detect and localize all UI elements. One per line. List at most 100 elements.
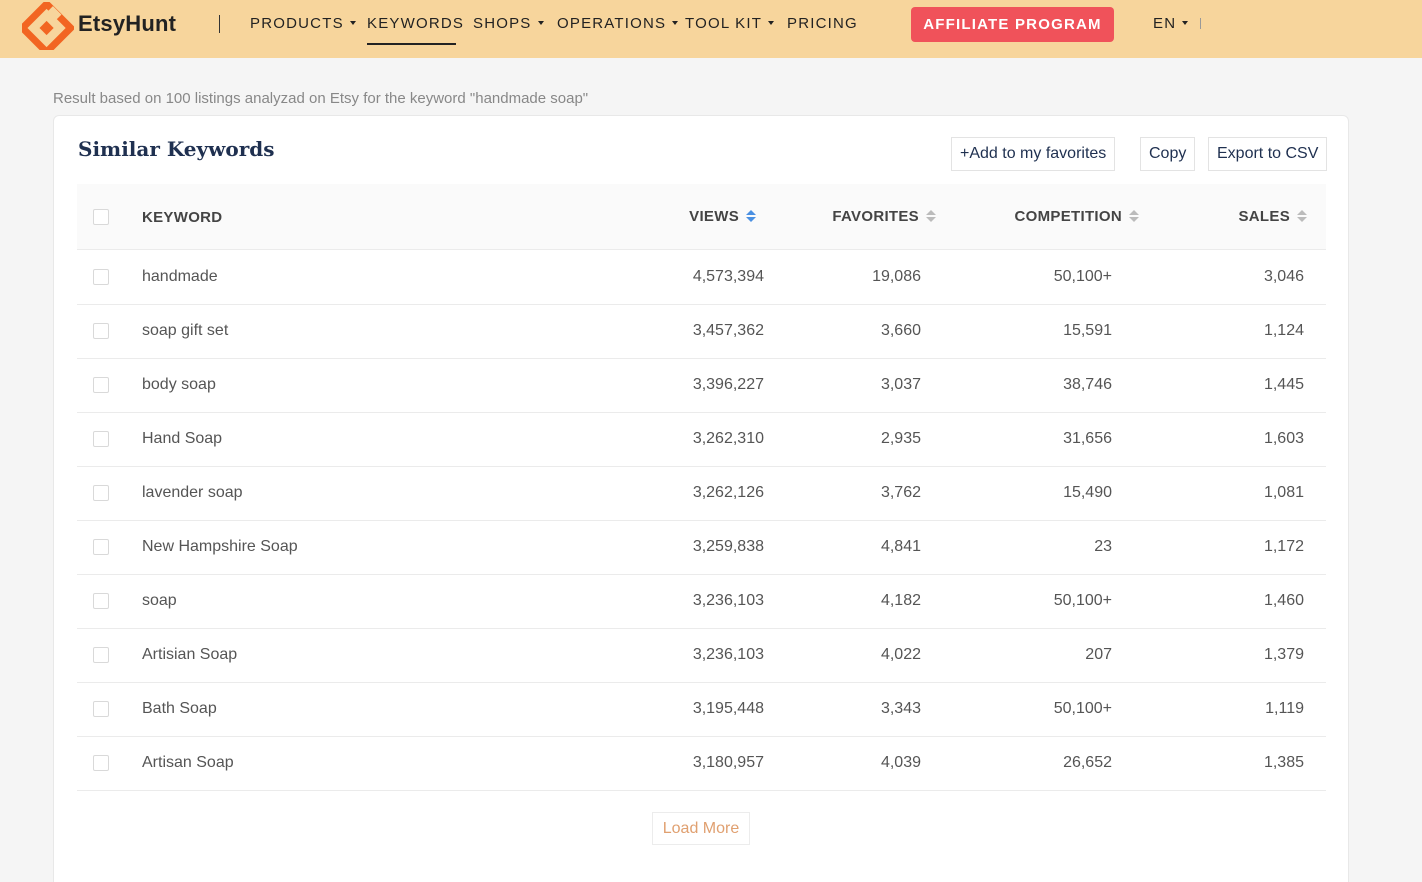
table-row: Artisian Soap 3,236,103 4,022 207 1,379 (77, 629, 1326, 683)
column-header-views[interactable]: VIEWS (689, 208, 756, 225)
sales-cell: 1,124 (1263, 322, 1304, 339)
table-row: body soap 3,396,227 3,037 38,746 1,445 (77, 359, 1326, 413)
row-checkbox[interactable] (93, 701, 109, 717)
nav-pricing[interactable]: PRICING (787, 15, 858, 32)
keyword-cell: New Hampshire Soap (142, 538, 298, 555)
table-row: Bath Soap 3,195,448 3,343 50,100+ 1,119 (77, 683, 1326, 737)
views-cell: 3,396,227 (692, 376, 764, 393)
favorites-cell: 3,037 (880, 376, 921, 393)
row-checkbox[interactable] (93, 269, 109, 285)
row-checkbox[interactable] (93, 593, 109, 609)
sort-icon[interactable] (926, 210, 936, 223)
chevron-down-icon (1182, 21, 1189, 26)
views-cell: 3,195,448 (692, 700, 764, 717)
load-more-button[interactable]: Load More (652, 812, 750, 845)
competition-cell: 26,652 (1063, 754, 1112, 771)
column-header-competition[interactable]: COMPETITION (1015, 208, 1139, 225)
favorites-cell: 4,039 (880, 754, 921, 771)
nav-tool-kit[interactable]: TOOL KIT (685, 15, 775, 32)
select-all-checkbox[interactable] (93, 209, 109, 225)
favorites-cell: 3,660 (880, 322, 921, 339)
chevron-down-icon (349, 21, 356, 26)
row-checkbox[interactable] (93, 539, 109, 555)
keyword-cell: Artisan Soap (142, 754, 234, 771)
similar-keywords-card: Similar Keywords +Add to my favorites Co… (53, 115, 1349, 882)
views-cell: 3,236,103 (692, 592, 764, 609)
keyword-cell: soap gift set (142, 322, 229, 339)
views-cell: 4,573,394 (692, 268, 764, 285)
column-header-sales[interactable]: SALES (1238, 208, 1307, 225)
language-selector[interactable]: EN (1153, 15, 1189, 32)
views-cell: 3,259,838 (692, 538, 764, 555)
table-row: handmade 4,573,394 19,086 50,100+ 3,046 (77, 251, 1326, 305)
row-checkbox[interactable] (93, 755, 109, 771)
favorites-cell: 3,343 (880, 700, 921, 717)
etsyhunt-logo-icon[interactable] (22, 2, 74, 50)
competition-cell: 38,746 (1063, 376, 1112, 393)
table-header: KEYWORD VIEWS FAVORITES COMPETITION SALE… (77, 184, 1326, 250)
keyword-cell: Hand Soap (142, 430, 223, 447)
sort-icon[interactable] (746, 210, 756, 223)
sales-cell: 1,460 (1263, 592, 1304, 609)
add-to-favorites-button[interactable]: +Add to my favorites (951, 137, 1116, 171)
nav-keywords[interactable]: KEYWORDS (367, 15, 464, 32)
copy-button[interactable]: Copy (1140, 137, 1196, 171)
keyword-cell: handmade (142, 268, 218, 285)
table-row: Artisan Soap 3,180,957 4,039 26,652 1,38… (77, 737, 1326, 791)
column-header-favorites[interactable]: FAVORITES (832, 208, 936, 225)
nav-operations[interactable]: OPERATIONS (557, 15, 679, 32)
favorites-cell: 4,841 (880, 538, 921, 555)
views-cell: 3,262,126 (692, 484, 764, 501)
chevron-down-icon (537, 21, 544, 26)
views-cell: 3,180,957 (692, 754, 764, 771)
favorites-cell: 4,022 (880, 646, 921, 663)
sales-cell: 3,046 (1263, 268, 1304, 285)
views-cell: 3,457,362 (692, 322, 764, 339)
row-checkbox[interactable] (93, 431, 109, 447)
competition-cell: 31,656 (1063, 430, 1112, 447)
export-csv-button[interactable]: Export to CSV (1208, 137, 1328, 171)
competition-cell: 15,490 (1063, 484, 1112, 501)
sales-cell: 1,119 (1265, 700, 1304, 717)
brand-divider (219, 15, 220, 33)
sort-icon[interactable] (1129, 210, 1139, 223)
sales-cell: 1,081 (1263, 484, 1304, 501)
result-summary: Result based on 100 listings analyzad on… (53, 90, 589, 107)
keyword-cell: Bath Soap (142, 700, 217, 717)
competition-cell: 15,591 (1063, 322, 1112, 339)
views-cell: 3,262,310 (692, 430, 764, 447)
competition-cell: 50,100+ (1053, 700, 1112, 717)
favorites-cell: 19,086 (872, 268, 921, 285)
nav-shops[interactable]: SHOPS (473, 15, 544, 32)
keyword-cell: Artisian Soap (142, 646, 238, 663)
competition-cell: 207 (1085, 646, 1112, 663)
competition-cell: 23 (1094, 538, 1112, 555)
chevron-down-icon (768, 21, 775, 26)
card-title: Similar Keywords (78, 137, 275, 161)
header-divider (1200, 18, 1201, 29)
keyword-cell: lavender soap (142, 484, 243, 501)
row-checkbox[interactable] (93, 485, 109, 501)
affiliate-program-button[interactable]: AFFILIATE PROGRAM (911, 7, 1114, 42)
row-checkbox[interactable] (93, 323, 109, 339)
sort-icon[interactable] (1297, 210, 1307, 223)
nav-products[interactable]: PRODUCTS (250, 15, 356, 32)
sales-cell: 1,385 (1263, 754, 1304, 771)
views-cell: 3,236,103 (692, 646, 764, 663)
top-navigation-bar: EtsyHunt PRODUCTS KEYWORDS SHOPS OPERATI… (0, 0, 1422, 58)
chevron-down-icon (672, 21, 679, 26)
keyword-cell: soap (142, 592, 177, 609)
table-row: lavender soap 3,262,126 3,762 15,490 1,0… (77, 467, 1326, 521)
favorites-cell: 2,935 (880, 430, 921, 447)
column-header-keyword: KEYWORD (142, 209, 223, 226)
keyword-cell: body soap (142, 376, 216, 393)
brand-name[interactable]: EtsyHunt (78, 11, 176, 37)
row-checkbox[interactable] (93, 377, 109, 393)
table-row: soap gift set 3,457,362 3,660 15,591 1,1… (77, 305, 1326, 359)
table-row: New Hampshire Soap 3,259,838 4,841 23 1,… (77, 521, 1326, 575)
sales-cell: 1,603 (1263, 430, 1304, 447)
row-checkbox[interactable] (93, 647, 109, 663)
nav-active-indicator (367, 43, 456, 45)
sales-cell: 1,379 (1263, 646, 1304, 663)
table-row: Hand Soap 3,262,310 2,935 31,656 1,603 (77, 413, 1326, 467)
